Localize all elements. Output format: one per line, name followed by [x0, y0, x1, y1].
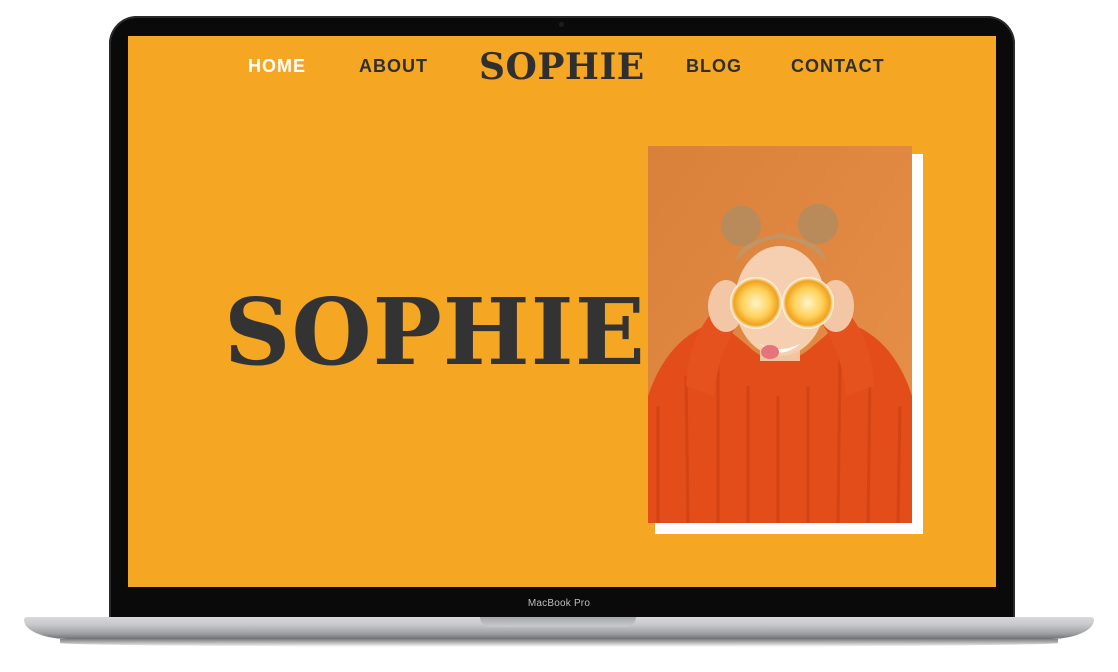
- nav-about-link[interactable]: ABOUT: [359, 56, 428, 77]
- nav-blog-link[interactable]: BLOG: [686, 56, 742, 77]
- camera-dot: [559, 22, 564, 27]
- device-label: MacBook Pro: [527, 598, 591, 609]
- laptop-base-shadow: [60, 639, 1058, 647]
- brand-logo[interactable]: SOPHIE: [479, 46, 645, 88]
- hero-title: SOPHIE: [224, 278, 646, 386]
- laptop-opening-notch: [480, 617, 636, 627]
- hero-portrait-image: [648, 146, 912, 523]
- screen: HOME ABOUT SOPHIE BLOG CONTACT SOPHIE: [128, 36, 996, 587]
- portrait-illustration: [648, 146, 912, 523]
- nav-contact-link[interactable]: CONTACT: [791, 56, 885, 77]
- nav-home-link[interactable]: HOME: [248, 56, 306, 77]
